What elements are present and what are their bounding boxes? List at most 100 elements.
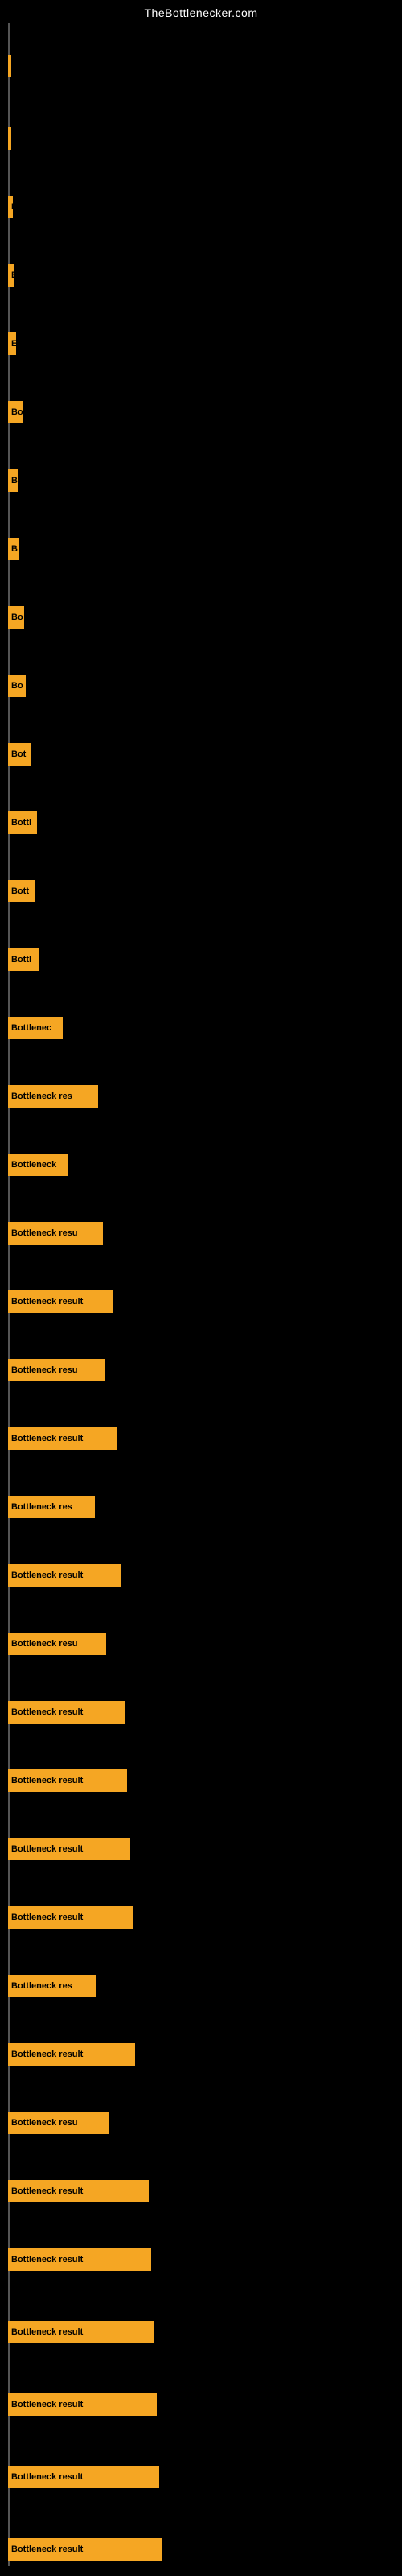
bar-row: Bottleneck result — [0, 2538, 402, 2561]
bar: | — [8, 55, 11, 77]
bar-label: B — [11, 476, 18, 485]
bar: Bottleneck result — [8, 2466, 159, 2488]
bar-row: B — [0, 264, 402, 287]
bar: Bottleneck result — [8, 1701, 125, 1724]
bar-label: Bo — [11, 681, 23, 691]
bar-row: Bottleneck result — [0, 2393, 402, 2416]
bar: Bottleneck result — [8, 2393, 157, 2416]
bar: Bottleneck result — [8, 1427, 117, 1450]
bar-label: B — [11, 544, 18, 554]
bar-row: Bottleneck res — [0, 1085, 402, 1108]
bar-label: Bottleneck result — [11, 1434, 83, 1443]
bar-row: Bottleneck result — [0, 1564, 402, 1587]
bar-label: E — [11, 339, 16, 349]
bar: Bottleneck result — [8, 1564, 121, 1587]
bar-row: B — [0, 469, 402, 492]
bar-row: Bottleneck result — [0, 1838, 402, 1860]
bar-row: Bottleneck res — [0, 1975, 402, 1997]
bar: P — [8, 127, 11, 150]
bar-label: Bottleneck resu — [11, 1639, 78, 1649]
bar: Bottleneck result — [8, 1906, 133, 1929]
bar-row: Bottl — [0, 948, 402, 971]
bar-label: Bottleneck resu — [11, 2118, 78, 2128]
bar-label: Bottleneck result — [11, 2186, 83, 2196]
bar: Bottleneck result — [8, 2180, 149, 2202]
bar-row: Bottleneck resu — [0, 1222, 402, 1245]
bar-row: Bottleneck resu — [0, 1359, 402, 1381]
bar-row: Bottleneck result — [0, 1769, 402, 1792]
bar: Bottleneck res — [8, 1496, 95, 1518]
bar: E — [8, 332, 16, 355]
bar-label: Bo — [11, 407, 23, 417]
bar-row: E — [0, 196, 402, 218]
bar-label: Bottleneck result — [11, 1297, 83, 1307]
bar-label: Bottleneck result — [11, 1776, 83, 1785]
bar-label: Bottleneck result — [11, 1707, 83, 1717]
bar: B — [8, 469, 18, 492]
bar-label: Bottleneck resu — [11, 1365, 78, 1375]
chart-area: | P E B E Bo B B Bo Bo Bot Bottl Bott Bottl Bottlenec B… — [0, 23, 402, 2566]
bar-row: Bottleneck — [0, 1154, 402, 1176]
bar-row: Bottleneck result — [0, 1290, 402, 1313]
bar: Bottleneck resu — [8, 1222, 103, 1245]
bar-row: Bottleneck result — [0, 2248, 402, 2271]
bar-row: Bot — [0, 743, 402, 766]
bar-label: Bottleneck res — [11, 1502, 72, 1512]
bar: E — [8, 196, 13, 218]
bar-label: Bottl — [11, 818, 31, 828]
site-title: TheBottlenecker.com — [0, 0, 402, 23]
bar: Bo — [8, 401, 23, 423]
bar-row: P — [0, 127, 402, 150]
bar: Bot — [8, 743, 31, 766]
bar-row: Bottleneck resu — [0, 1633, 402, 1655]
bar: Bottleneck result — [8, 2043, 135, 2066]
bar-label: Bo — [11, 613, 23, 622]
bar-row: Bottleneck result — [0, 1427, 402, 1450]
bar-label: Bottlenec — [11, 1023, 51, 1033]
bar-row: E — [0, 332, 402, 355]
bar-label: Bottleneck result — [11, 2400, 83, 2409]
bar-label: Bottleneck result — [11, 1844, 83, 1854]
bar-row: Bottlenec — [0, 1017, 402, 1039]
bar-row: Bottleneck result — [0, 2180, 402, 2202]
bar-label: Bottleneck result — [11, 1571, 83, 1580]
bar: Bottlenec — [8, 1017, 63, 1039]
bar-row: Bottleneck resu — [0, 2112, 402, 2134]
bar-row: Bottleneck result — [0, 2466, 402, 2488]
bar: Bott — [8, 880, 35, 902]
bar: Bottleneck — [8, 1154, 68, 1176]
bar-label: Bott — [11, 886, 29, 896]
bar-label: Bottleneck result — [11, 2545, 83, 2554]
bar: Bottleneck result — [8, 2248, 151, 2271]
bar-row: Bottleneck res — [0, 1496, 402, 1518]
bar-label: Bottleneck result — [11, 2327, 83, 2337]
bar: Bottl — [8, 811, 37, 834]
bar: B — [8, 264, 14, 287]
bar-row: Bottleneck result — [0, 2043, 402, 2066]
bar-row: Bo — [0, 606, 402, 629]
bar: Bo — [8, 606, 24, 629]
bar-row: Bottl — [0, 811, 402, 834]
bar-label: Bottleneck — [11, 1160, 56, 1170]
bar-row: Bott — [0, 880, 402, 902]
bar-label: Bot — [11, 749, 26, 759]
bar-label: Bottleneck res — [11, 1092, 72, 1101]
bar: Bottleneck result — [8, 2321, 154, 2343]
bar: Bottleneck result — [8, 1290, 113, 1313]
bar-label: Bottl — [11, 955, 31, 964]
bar: Bottleneck resu — [8, 1359, 105, 1381]
bar-row: Bo — [0, 675, 402, 697]
bar-label: B — [11, 270, 14, 280]
bar: Bottleneck result — [8, 2538, 162, 2561]
bar-label: Bottleneck result — [11, 1913, 83, 1922]
bar-row: B — [0, 538, 402, 560]
bar: Bo — [8, 675, 26, 697]
bar: Bottleneck res — [8, 1975, 96, 1997]
bar: Bottleneck result — [8, 1769, 127, 1792]
bar-row: Bo — [0, 401, 402, 423]
bar-row: Bottleneck result — [0, 1906, 402, 1929]
bar: B — [8, 538, 19, 560]
bar-row: | — [0, 55, 402, 77]
bar: Bottleneck result — [8, 1838, 130, 1860]
bar-label: Bottleneck result — [11, 2472, 83, 2482]
